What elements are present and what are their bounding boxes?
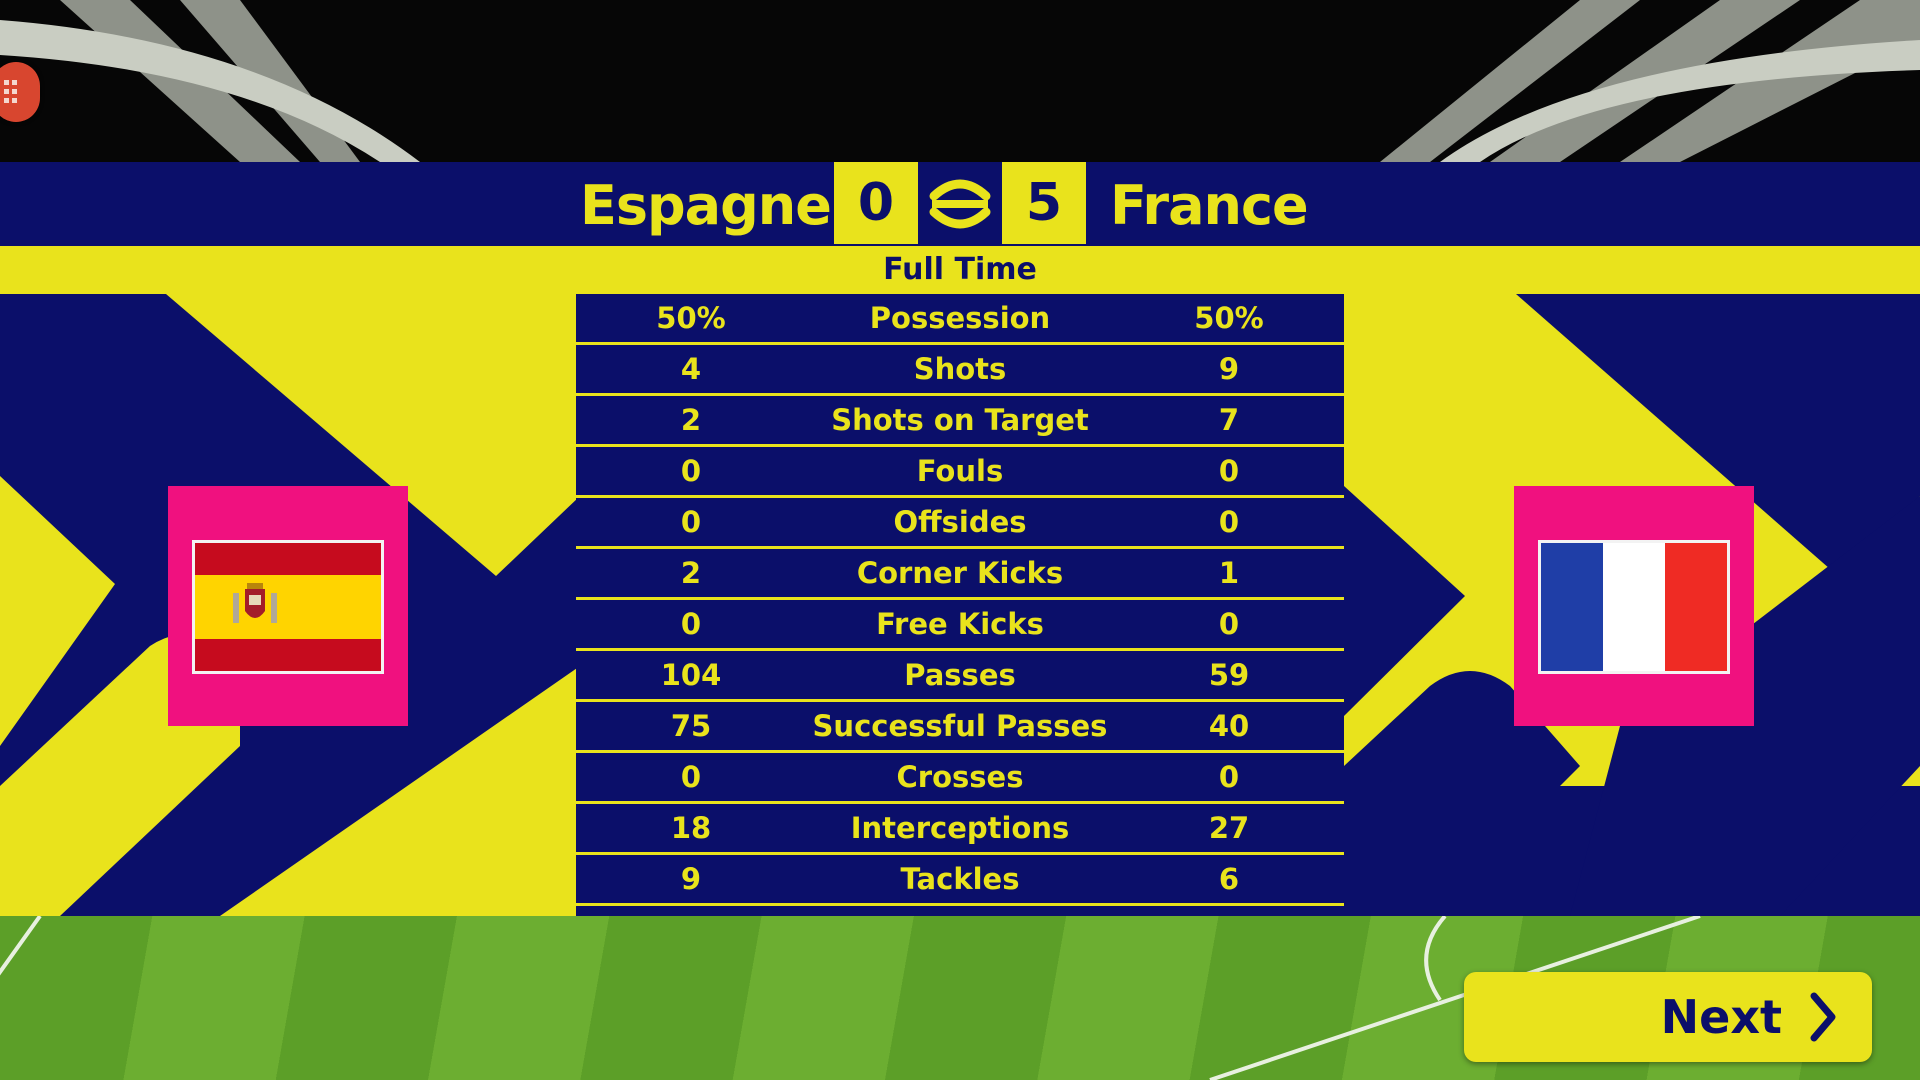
home-flag-card (168, 486, 408, 726)
away-stat-value: 50% (1194, 301, 1264, 335)
away-stat-value: 6 (1218, 862, 1240, 896)
stat-label: Crosses (896, 760, 1024, 794)
away-stat-value: 0 (1218, 760, 1240, 794)
stat-row-successful-passes: 75 Successful Passes 40 (576, 702, 1344, 753)
home-stat-value: 9 (680, 862, 702, 896)
stadium-roof-background (0, 0, 1920, 162)
home-stat-value: 2 (680, 403, 702, 437)
away-stat-value: 0 (1218, 454, 1240, 488)
stat-row-corner-kicks: 2 Corner Kicks 1 (576, 549, 1344, 600)
home-score: 0 (834, 162, 918, 244)
away-stat-value: 40 (1208, 709, 1250, 743)
menu-grid-icon (4, 80, 17, 103)
home-stat-value: 0 (680, 505, 702, 539)
away-flag-card (1514, 486, 1754, 726)
away-team-name: France (1110, 174, 1309, 237)
away-stat-value: 9 (1218, 352, 1240, 386)
stat-row-possession: 50% Possession 50% (576, 294, 1344, 345)
away-stat-value: 27 (1208, 811, 1250, 845)
efootball-logo-icon (929, 179, 991, 229)
home-stat-value: 18 (670, 811, 712, 845)
home-stat-value: 0 (680, 760, 702, 794)
home-stat-value: 2 (680, 556, 702, 590)
next-button-label: Next (1660, 990, 1782, 1044)
stat-label: Shots on Target (831, 403, 1089, 437)
next-button[interactable]: Next (1464, 972, 1872, 1062)
match-status: Full Time (883, 252, 1037, 287)
stat-row-passes: 104 Passes 59 (576, 651, 1344, 702)
away-stat-value: 7 (1218, 403, 1240, 437)
home-stat-value: 0 (680, 607, 702, 641)
spain-flag-icon (192, 540, 384, 674)
away-stat-value: 0 (1218, 607, 1240, 641)
match-stats-table: 50% Possession 50% 4 Shots 9 2 Shots on … (576, 294, 1344, 952)
stat-label: Passes (904, 658, 1016, 692)
away-stat-value: 0 (1218, 505, 1240, 539)
home-stat-value: 104 (660, 658, 722, 692)
france-flag-icon (1538, 540, 1730, 674)
stat-row-free-kicks: 0 Free Kicks 0 (576, 600, 1344, 651)
league-logo (918, 162, 1002, 244)
home-stat-value: 0 (680, 454, 702, 488)
stat-label: Shots (913, 352, 1007, 386)
home-team-name: Espagne (580, 174, 832, 237)
stat-label: Free Kicks (876, 607, 1044, 641)
away-score: 5 (1002, 162, 1086, 244)
home-stat-value: 50% (656, 301, 726, 335)
stat-row-tackles: 9 Tackles 6 (576, 855, 1344, 906)
stat-label: Corner Kicks (856, 556, 1064, 590)
stat-label: Tackles (900, 862, 1020, 896)
stat-row-shots-on-target: 2 Shots on Target 7 (576, 396, 1344, 447)
stat-label: Interceptions (850, 811, 1070, 845)
chevron-right-icon (1810, 992, 1836, 1042)
stat-row-interceptions: 18 Interceptions 27 (576, 804, 1344, 855)
coat-of-arms-icon (233, 583, 277, 623)
stat-label: Successful Passes (812, 709, 1108, 743)
stat-row-shots: 4 Shots 9 (576, 345, 1344, 396)
menu-button[interactable] (0, 62, 40, 122)
home-stat-value: 4 (680, 352, 702, 386)
away-stat-value: 59 (1208, 658, 1250, 692)
away-stat-value: 1 (1218, 556, 1240, 590)
stat-row-offsides: 0 Offsides 0 (576, 498, 1344, 549)
stat-label: Possession (869, 301, 1051, 335)
stat-row-crosses: 0 Crosses 0 (576, 753, 1344, 804)
stat-row-fouls: 0 Fouls 0 (576, 447, 1344, 498)
stat-label: Fouls (916, 454, 1004, 488)
home-stat-value: 75 (670, 709, 712, 743)
stat-label: Offsides (893, 505, 1027, 539)
